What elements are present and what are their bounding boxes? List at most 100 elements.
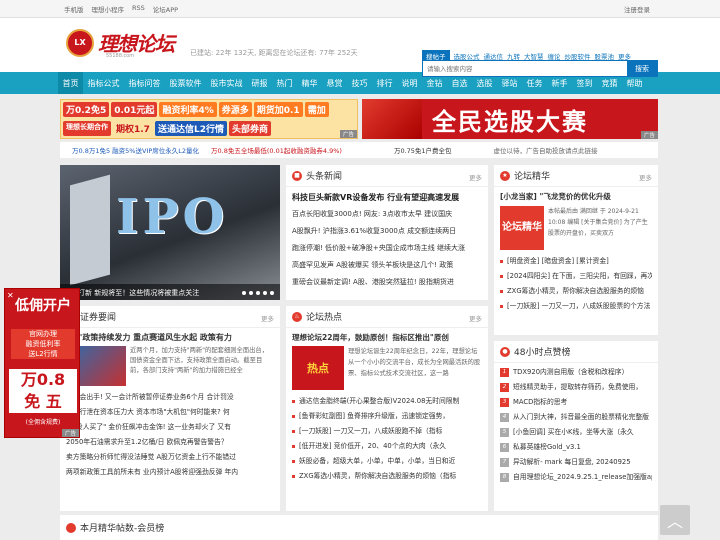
more-link[interactable]: 更多 [639, 172, 652, 182]
image-slider[interactable]: IPO 国平打新 新规将至！这些情况将被重点关注 [60, 165, 280, 300]
nav-item[interactable]: 说明 [397, 78, 422, 89]
broker-ad[interactable]: 万0.2免5 0.01元起 融资利率4% 券源多 期货加0.1 需加 理想长期合… [60, 99, 358, 139]
nav-item[interactable]: 帮助 [622, 78, 647, 89]
news-item[interactable]: 两项新政策工具前所未有 业内预计A股将迎强劲反弹 年内 [66, 465, 274, 480]
slider-dot[interactable] [249, 291, 253, 295]
slider-dot[interactable] [263, 291, 267, 295]
news-item[interactable]: 小较行泄在资本压力大 资本市场"大机包"何时能来? 何 [66, 405, 274, 420]
rank-item[interactable]: 8 自用理想论坛_2024.9.25.1_release加强版apk [500, 470, 652, 485]
rank-number: 8 [500, 472, 509, 482]
jinghua-feature[interactable]: [小龙当家] "飞龙竞价的优化升级 论坛精华 本帖最后由 满回继 于 2024-… [494, 187, 658, 250]
securities-panel: ▲ 证券要闻 更多 "新"政策持续发力 重点赛道风生水起 政策有力 近两个月，加… [60, 306, 280, 511]
rank-item[interactable]: 1 TDX920内测自用版（含税和改程序） [500, 365, 652, 380]
contest-ad[interactable]: 全民选股大赛 广告 [362, 99, 658, 139]
more-link[interactable]: 更多 [261, 313, 274, 323]
feature-title[interactable]: 理想论坛22周年，鼓励原创！指标区推出"原创 [292, 332, 482, 343]
headline-item[interactable]: 跑涨停潮! 低价股+破净股+央国企成市场主线 继续大涨 [292, 240, 482, 257]
hot-item[interactable]: 妖股必备，超级大单，小单，中单，小单，当日和近 [292, 454, 482, 469]
headline-item[interactable]: 科技巨头新款VR设备发布 行业有望迎高速发展 [292, 189, 482, 206]
more-link[interactable]: 更多 [469, 172, 482, 182]
nav-item[interactable]: 股票软件 [165, 78, 206, 89]
slider-dot[interactable] [242, 291, 246, 295]
ticker-link[interactable]: 万0.75免1户费全包 [394, 145, 452, 155]
hot-feature[interactable]: 理想论坛22周年，鼓励原创！指标区推出"原创 热点 理想论坛诞生22周年纪念日，… [286, 328, 488, 394]
hot-item[interactable]: [低开进发] 竞价低开，20、40个点的大肉（永久 [292, 439, 482, 454]
nav-item[interactable]: 选股 [472, 78, 497, 89]
hot-item[interactable]: [鱼脊彩虹副图] 鱼脊排序升级版，迅速锁定强势， [292, 409, 482, 424]
nav-item[interactable]: 技巧 [347, 78, 372, 89]
jinghua-item[interactable]: ZXG筹选小精灵，帮你解决自选股服务的烦恼 [500, 284, 652, 299]
headline-item[interactable]: 高盛罕见发声 A股被爆买 领头羊板块是这几个! 政策 [292, 257, 482, 274]
securities-feature[interactable]: "新"政策持续发力 重点赛道风生水起 政策有力 近两个月，加力支持"两新"的配套… [60, 328, 280, 390]
link-rss[interactable]: RSS [132, 4, 145, 14]
headline-item[interactable]: 重磅会议最新定调! A股、港股突然猛拉! 股指期货进 [292, 274, 482, 291]
register-login-link[interactable]: 注册登录 [624, 4, 650, 14]
search-input[interactable] [423, 61, 627, 76]
slider-dot[interactable] [256, 291, 260, 295]
search-button[interactable]: 搜索 [627, 61, 657, 76]
thumbs-up-icon: ● [500, 346, 510, 357]
nav-item[interactable]: 股市实战 [206, 78, 247, 89]
ad-pill: 头部券商 [228, 121, 271, 136]
fire-icon: ♨ [292, 311, 302, 322]
nav-item[interactable]: 新手 [547, 78, 572, 89]
nav-item[interactable]: 精华 [297, 78, 322, 89]
nav-item[interactable]: 竞猜 [597, 78, 622, 89]
nav-item[interactable]: 金钻 [422, 78, 447, 89]
ad-pill: 期货加0.1 [253, 102, 303, 117]
ticker-link[interactable]: 虚位以待，广告自助投放请点此链接 [494, 145, 598, 155]
hot-item[interactable]: 通达信金脂终端(开心果整合版)V2024.08无时间限制 [292, 394, 482, 409]
panel-title: 证券要闻 [80, 313, 117, 323]
scroll-to-top-button[interactable]: ︿ [660, 505, 690, 535]
nav-item[interactable]: 首页 [58, 72, 83, 94]
feature-body: 近两个月，加力支持"两新"的配套细则全面出台，国债资金全面下达，支持政策全面启动… [130, 347, 269, 374]
feature-title[interactable]: "新"政策持续发力 重点赛道风生水起 政策有力 [66, 332, 274, 343]
floating-ad[interactable]: ✕ 低佣开户 官网办理 融资低利率 送L2行情 万0.8 免 五 (全佣含规费)… [4, 288, 80, 438]
rank-item[interactable]: 5 [小鱼回调] 买在小K线，坐等大涨（永久 [500, 425, 652, 440]
rank-item[interactable]: 2 短线精灵助手，提取转存筛药，免费使用， [500, 380, 652, 395]
nav-item[interactable]: 研报 [247, 78, 272, 89]
rank-item[interactable]: 6 私募英雄榜Gold_v3.1 [500, 440, 652, 455]
jinghua-item[interactable]: [明盘资金] [暗盘资金] [累计资金] [500, 254, 652, 269]
hot-item[interactable]: ZXG筹选小精灵，帮你解决自选股服务的烦恼（指标 [292, 469, 482, 484]
ad-pill: 0.01元起 [111, 102, 158, 117]
nav-item[interactable]: 指标问答 [124, 78, 165, 89]
nav-item[interactable]: 驿站 [497, 78, 522, 89]
jinghua-item[interactable]: [2024四阳尖] 在下面，三阳尖阳，有回踩，再次突破 [500, 269, 652, 284]
nav-item[interactable]: 指标公式 [83, 78, 124, 89]
headline-item[interactable]: A股飘升! 沪指涨3.61%收复3000点 成交额连续两日 [292, 223, 482, 240]
rank-number: 4 [500, 412, 509, 422]
feature-title[interactable]: [小龙当家] "飞龙竞价的优化升级 [500, 191, 652, 202]
hot-item[interactable]: [一刀妖股] 一刀又一刀，八成妖股跑不掉（指标 [292, 424, 482, 439]
news-item[interactable]: 2050年石油需求升至1.2亿桶/日 欧佩克再警告警告？ [66, 435, 274, 450]
news-item[interactable]: "都没人买了" 金价狂飙冲击金饰! 这一业务却火了 又有 [66, 420, 274, 435]
headline-item[interactable]: 百点长阳收复3000点! 网友: 3点收市太早 建议国庆 [292, 206, 482, 223]
nav-item[interactable]: 排行 [372, 78, 397, 89]
ad-label: 广告 [339, 130, 357, 138]
more-link[interactable]: 更多 [469, 313, 482, 323]
nav-item[interactable]: 自选 [447, 78, 472, 89]
nav-item[interactable]: 签到 [572, 78, 597, 89]
trophy-icon [66, 522, 76, 533]
rank-item[interactable]: 7 异动解析- mark 每日复盘, 20240925 [500, 455, 652, 470]
link-app[interactable]: 论坛APP [153, 4, 178, 14]
nav-item[interactable]: 任务 [522, 78, 547, 89]
ticker-link[interactable]: 万0.8万1免5 融资5%送VIP席位永久L2量化 [72, 145, 199, 155]
news-item[interactable]: 卖方策略分析师忙得没法睡觉 A股万亿资金上行不能错过 [66, 450, 274, 465]
news-item[interactable]: 正监会出手! 又一会计所被暂停证券业务6个月 合计罚没 [66, 390, 274, 405]
ticker-link[interactable]: 万0.8免五全场最低(0.01起收融资融券4.9%) [211, 145, 342, 155]
link-mobile[interactable]: 手机版 [64, 4, 84, 14]
top-bar: 手机版 理想小程序 RSS 论坛APP 注册登录 [0, 0, 720, 18]
slider-dot[interactable] [270, 291, 274, 295]
site-logo[interactable]: LX 理想论坛 55188.com [66, 28, 175, 59]
rank-item[interactable]: 3 MACD指标的思考 [500, 395, 652, 410]
link-miniprogram[interactable]: 理想小程序 [92, 4, 125, 14]
rank-number: 6 [500, 442, 509, 452]
logo-domain: 55188.com [106, 53, 135, 59]
nav-item[interactable]: 悬赏 [322, 78, 347, 89]
jinghua-item[interactable]: [一刀妖股] 一刀又一刀，八成妖股股票的个方法 [500, 299, 652, 314]
logo-badge: LX [66, 28, 94, 57]
rank-item[interactable]: 4 从入门到大神，抖音最全面的股票精化完整版 [500, 410, 652, 425]
nav-item[interactable]: 热门 [272, 78, 297, 89]
panel-header: ▲ 证券要闻 更多 [60, 306, 280, 328]
